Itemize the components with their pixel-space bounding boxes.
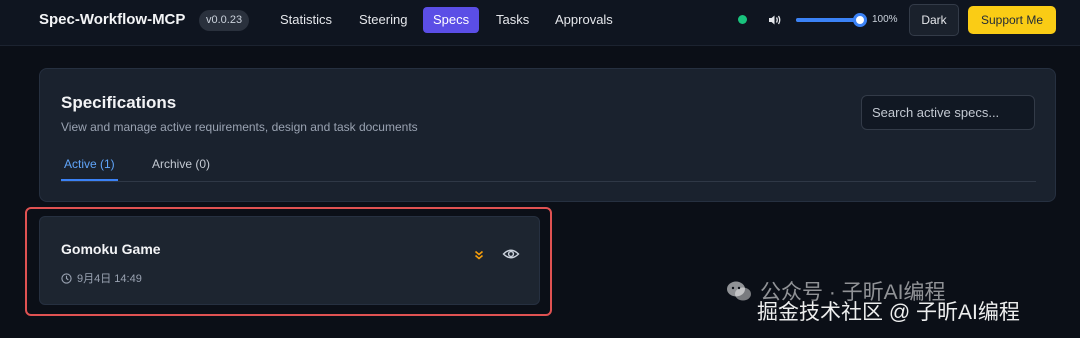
nav-approvals[interactable]: Approvals: [545, 7, 623, 33]
eye-icon[interactable]: [502, 245, 520, 263]
connection-status-dot: [738, 15, 747, 24]
nav-specs[interactable]: Specs: [423, 7, 480, 33]
volume-slider-fill: [796, 18, 860, 22]
search-input[interactable]: [861, 95, 1035, 130]
spec-card[interactable]: Gomoku Game 9月4日 14:49: [39, 216, 540, 305]
app-name: Spec-Workflow-MCP: [39, 11, 186, 28]
spec-card-timestamp: 9月4日 14:49: [77, 273, 142, 285]
top-navigation-bar: Spec-Workflow-MCP v0.0.23 Statistics Ste…: [0, 0, 1080, 46]
volume-slider-thumb[interactable]: [853, 13, 867, 27]
tab-archive[interactable]: Archive (0): [149, 157, 213, 181]
specifications-panel: Specifications View and manage active re…: [39, 68, 1056, 202]
wechat-icon: [727, 281, 751, 301]
spec-card-meta: 9月4日 14:49: [61, 270, 142, 286]
tab-active[interactable]: Active (1): [61, 157, 118, 181]
theme-toggle-button[interactable]: Dark: [909, 4, 959, 36]
speaker-icon[interactable]: [766, 12, 782, 28]
spec-card-title: Gomoku Game: [61, 241, 161, 257]
clock-icon: [61, 272, 72, 284]
nav-statistics[interactable]: Statistics: [270, 7, 342, 33]
version-badge: v0.0.23: [199, 10, 250, 31]
support-me-button[interactable]: Support Me: [968, 6, 1056, 34]
nav-steering[interactable]: Steering: [349, 7, 417, 33]
page-title: Specifications: [61, 93, 177, 112]
nav-tasks[interactable]: Tasks: [486, 7, 539, 33]
volume-slider[interactable]: [796, 13, 867, 27]
page-subtitle: View and manage active requirements, des…: [61, 120, 418, 134]
watermark-line2: 掘金技术社区 @ 子昕AI编程: [757, 301, 1020, 324]
double-chevron-down-icon[interactable]: [471, 247, 487, 263]
tab-divider: [61, 181, 1036, 182]
volume-percent: 100%: [872, 14, 898, 25]
